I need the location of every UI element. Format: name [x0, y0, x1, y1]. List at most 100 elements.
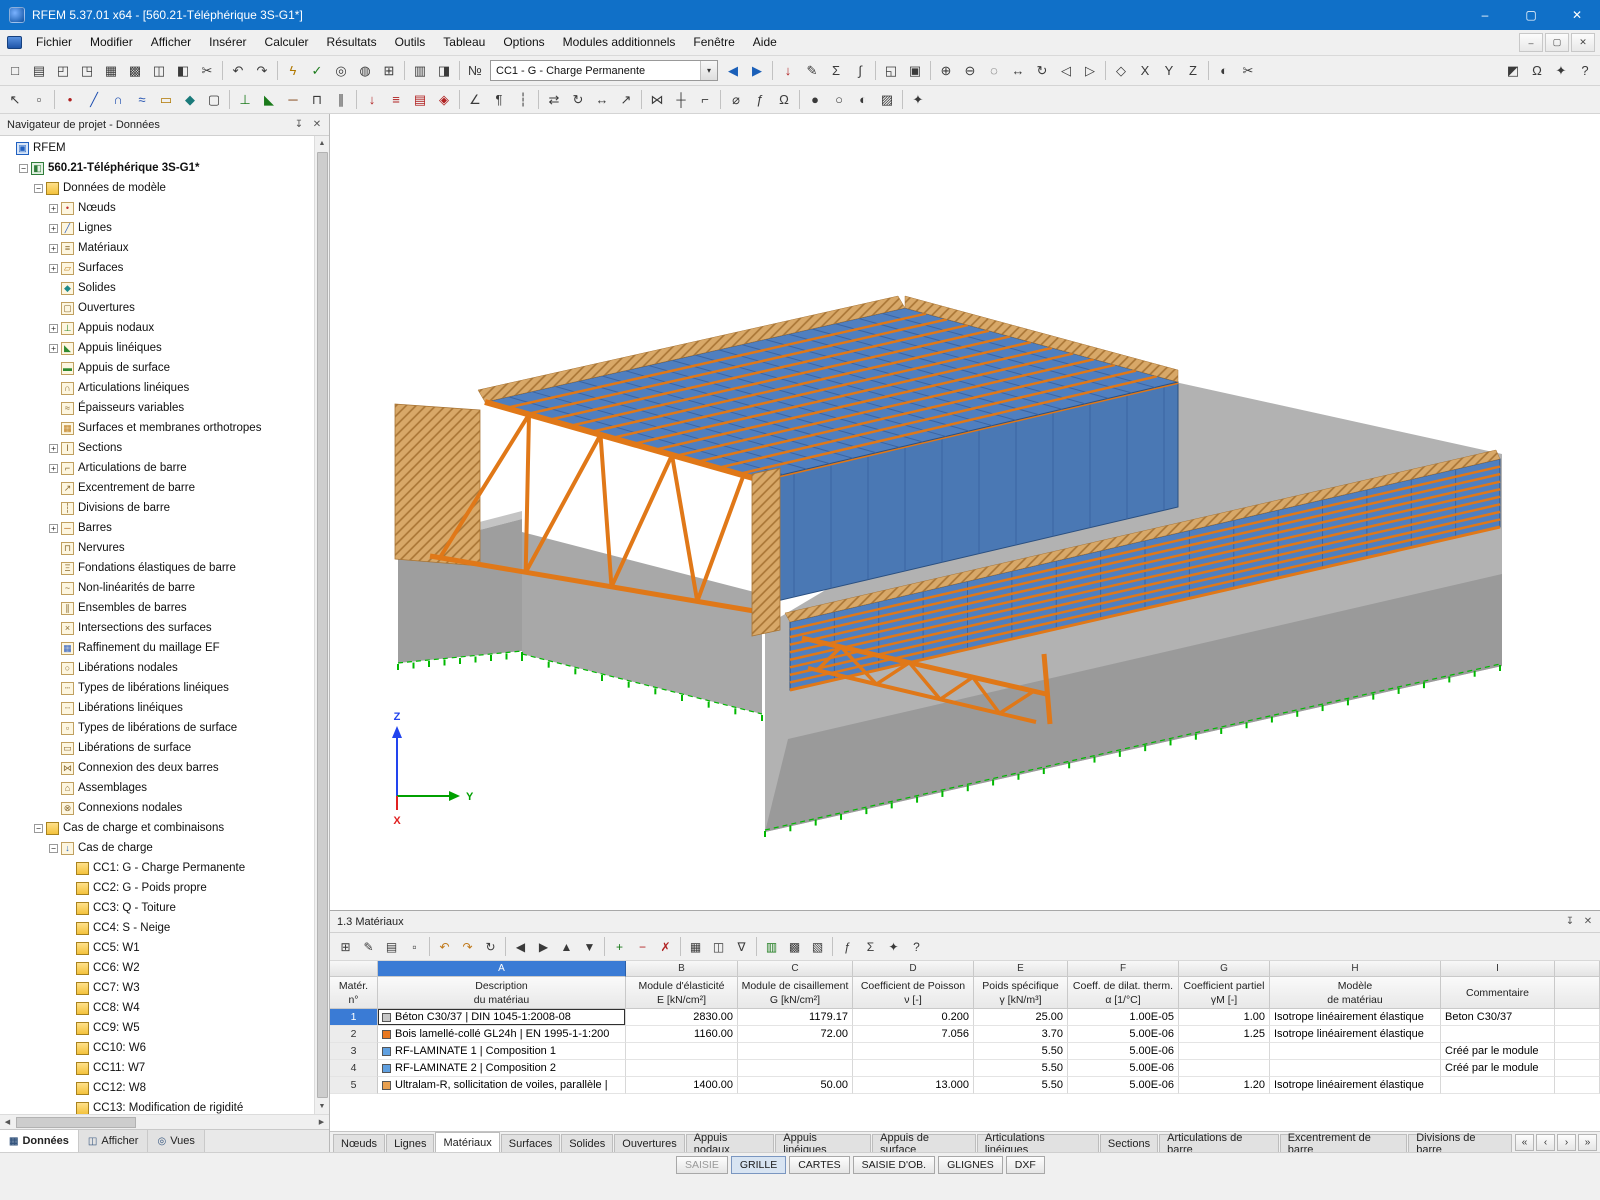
table-down-button[interactable]: ▼ [578, 936, 601, 957]
first-table-tab-button[interactable]: « [1515, 1134, 1534, 1151]
table-tab-appuis-lineiques[interactable]: Appuis linéiques [775, 1134, 871, 1153]
export-model-button[interactable]: ◳ [75, 59, 99, 82]
column-letter-f[interactable]: F [1068, 961, 1179, 977]
row-number-3[interactable]: 3 [330, 1043, 378, 1060]
new-line-support-button[interactable]: ◣ [257, 88, 281, 111]
table-refresh-button[interactable]: ↻ [479, 936, 502, 957]
column-letter-e[interactable]: E [974, 961, 1068, 977]
measure-length-button[interactable]: ⌀ [724, 88, 748, 111]
tree-expander[interactable]: − [19, 164, 28, 173]
table-undo-button[interactable]: ↶ [433, 936, 456, 957]
scroll-thumb[interactable] [317, 152, 328, 1098]
tree-item-appuis-lineiques[interactable]: +◣Appuis linéiques [2, 338, 313, 358]
chevron-down-icon[interactable]: ▾ [700, 61, 717, 80]
background-layer-button[interactable]: ▨ [875, 88, 899, 111]
tree-item-divisions-de-barre[interactable]: ┆Divisions de barre [2, 498, 313, 518]
display-properties-button[interactable]: ◩ [1501, 59, 1525, 82]
table-close-icon[interactable]: ✕ [1580, 914, 1596, 930]
cell-model-row3[interactable] [1270, 1043, 1441, 1060]
tree-item-surfaces[interactable]: +▱Surfaces [2, 258, 313, 278]
tree-item-liberations-lineiques[interactable]: ┈Libérations linéiques [2, 698, 313, 718]
table-grid-button[interactable]: ▦ [684, 936, 707, 957]
table-print-button[interactable]: ▩ [783, 936, 806, 957]
previous-load-case-button[interactable]: ◀ [721, 59, 745, 82]
tree-item-articulations-de-barre[interactable]: +⌐Articulations de barre [2, 458, 313, 478]
table-settings-button[interactable]: ✦ [882, 936, 905, 957]
new-member-set-button[interactable]: ∥ [329, 88, 353, 111]
visibility-mode-button[interactable]: ◐ [1212, 59, 1236, 82]
rotate-view-button[interactable]: ↻ [1030, 59, 1054, 82]
scroll-up-icon[interactable]: ▲ [315, 136, 330, 151]
status-grille-toggle[interactable]: GRILLE [731, 1156, 786, 1174]
move-copy-button[interactable]: ⇄ [542, 88, 566, 111]
cut-button[interactable]: ✂ [195, 59, 219, 82]
model-3d-viewport[interactable]: ZYX [330, 114, 1600, 910]
cell-model-row5[interactable]: Isotrope linéairement élastique [1270, 1077, 1441, 1094]
new-node-button[interactable]: • [58, 88, 82, 111]
load-case-combo[interactable]: CC1 - G - Charge Permanente ▾ [490, 60, 718, 81]
tree-expander[interactable]: + [49, 244, 58, 253]
column-letter-h[interactable]: H [1270, 961, 1441, 977]
cell-description-row4[interactable]: RF-LAMINATE 2 | Composition 2 [378, 1060, 626, 1077]
tree-item-ensembles-de-barres[interactable]: ∥Ensembles de barres [2, 598, 313, 618]
save-button[interactable]: ▦ [99, 59, 123, 82]
next-load-case-button[interactable]: ▶ [745, 59, 769, 82]
tree-item-solides[interactable]: ◆Solides [2, 278, 313, 298]
status-saisie-toggle[interactable]: SAISIE [676, 1156, 728, 1174]
project-objects-button[interactable]: ↗ [614, 88, 638, 111]
window-arrange-button[interactable]: ▣ [903, 59, 927, 82]
table-edit-mode-button[interactable]: ✎ [357, 936, 380, 957]
rotate-button[interactable]: ↻ [566, 88, 590, 111]
menu-tableau[interactable]: Tableau [434, 30, 494, 55]
search-object-button[interactable]: ◍ [353, 59, 377, 82]
tree-item-n-uds[interactable]: +•Nœuds [2, 198, 313, 218]
tree-expander[interactable]: − [34, 184, 43, 193]
mdi-close-button[interactable]: ✕ [1571, 33, 1595, 52]
tree-item-560-21-telepherique-3s-g1[interactable]: −◧560.21-Téléphérique 3S-G1* [2, 158, 313, 178]
cell-e-row2[interactable]: 3.70 [974, 1026, 1068, 1043]
cell-g-row1[interactable]: 1.00 [1179, 1009, 1270, 1026]
cell-c-row4[interactable] [738, 1060, 853, 1077]
tree-expander[interactable]: + [49, 324, 58, 333]
table-delete-button[interactable]: ✗ [654, 936, 677, 957]
pan-view-button[interactable]: ↔ [1006, 59, 1030, 82]
calculate-button[interactable]: ϟ [281, 59, 305, 82]
mirror-button[interactable]: ↔ [590, 88, 614, 111]
row-number-2[interactable]: 2 [330, 1026, 378, 1043]
menu-resultats[interactable]: Résultats [318, 30, 386, 55]
cell-g-row5[interactable]: 1.20 [1179, 1077, 1270, 1094]
navigator-tab-donnees[interactable]: ▦Données [0, 1130, 79, 1152]
pin-icon[interactable]: ↧ [291, 117, 307, 133]
cell-description-row3[interactable]: RF-LAMINATE 1 | Composition 1 [378, 1043, 626, 1060]
new-nodal-load-button[interactable]: ↓ [360, 88, 384, 111]
cell-b-row4[interactable] [626, 1060, 738, 1077]
cell-comment-row2[interactable] [1441, 1026, 1555, 1043]
cell-comment-row1[interactable]: Beton C30/37 [1441, 1009, 1555, 1026]
new-file-button[interactable]: □ [3, 59, 27, 82]
wireframe-mode-button[interactable]: ○ [827, 88, 851, 111]
tree-expander[interactable]: + [49, 224, 58, 233]
cell-e-row3[interactable]: 5.50 [974, 1043, 1068, 1060]
cell-c-row2[interactable]: 72.00 [738, 1026, 853, 1043]
cell-c-row5[interactable]: 50.00 [738, 1077, 853, 1094]
tree-item-assemblages[interactable]: ⌂Assemblages [2, 778, 313, 798]
connect-members-button[interactable]: ⋈ [645, 88, 669, 111]
cell-comment-row4[interactable]: Créé par le module [1441, 1060, 1555, 1077]
tree-expander[interactable]: + [49, 264, 58, 273]
cell-g-row4[interactable] [1179, 1060, 1270, 1077]
tree-item-articulations-lineiques[interactable]: ∩Articulations linéiques [2, 378, 313, 398]
table-tab-materiaux[interactable]: Matériaux [435, 1132, 499, 1153]
navigator-tab-vues[interactable]: ◎Vues [148, 1130, 204, 1152]
menu-modifier[interactable]: Modifier [81, 30, 142, 55]
zoom-in-button[interactable]: ⊕ [934, 59, 958, 82]
next-view-button[interactable]: ▷ [1078, 59, 1102, 82]
shaded-mode-button[interactable]: ◐ [851, 88, 875, 111]
show-loads-button[interactable]: ↓ [776, 59, 800, 82]
tree-item-non-linearites-de-barre[interactable]: ~Non-linéarités de barre [2, 578, 313, 598]
tree-expander[interactable]: + [49, 464, 58, 473]
cell-f-row5[interactable]: 5.00E-06 [1068, 1077, 1179, 1094]
tree-expander[interactable]: − [34, 824, 43, 833]
new-line-load-button[interactable]: ≡ [384, 88, 408, 111]
tree-item-cc12-w8[interactable]: CC12: W8 [2, 1078, 313, 1098]
zoom-window-button[interactable]: ◌ [982, 59, 1006, 82]
